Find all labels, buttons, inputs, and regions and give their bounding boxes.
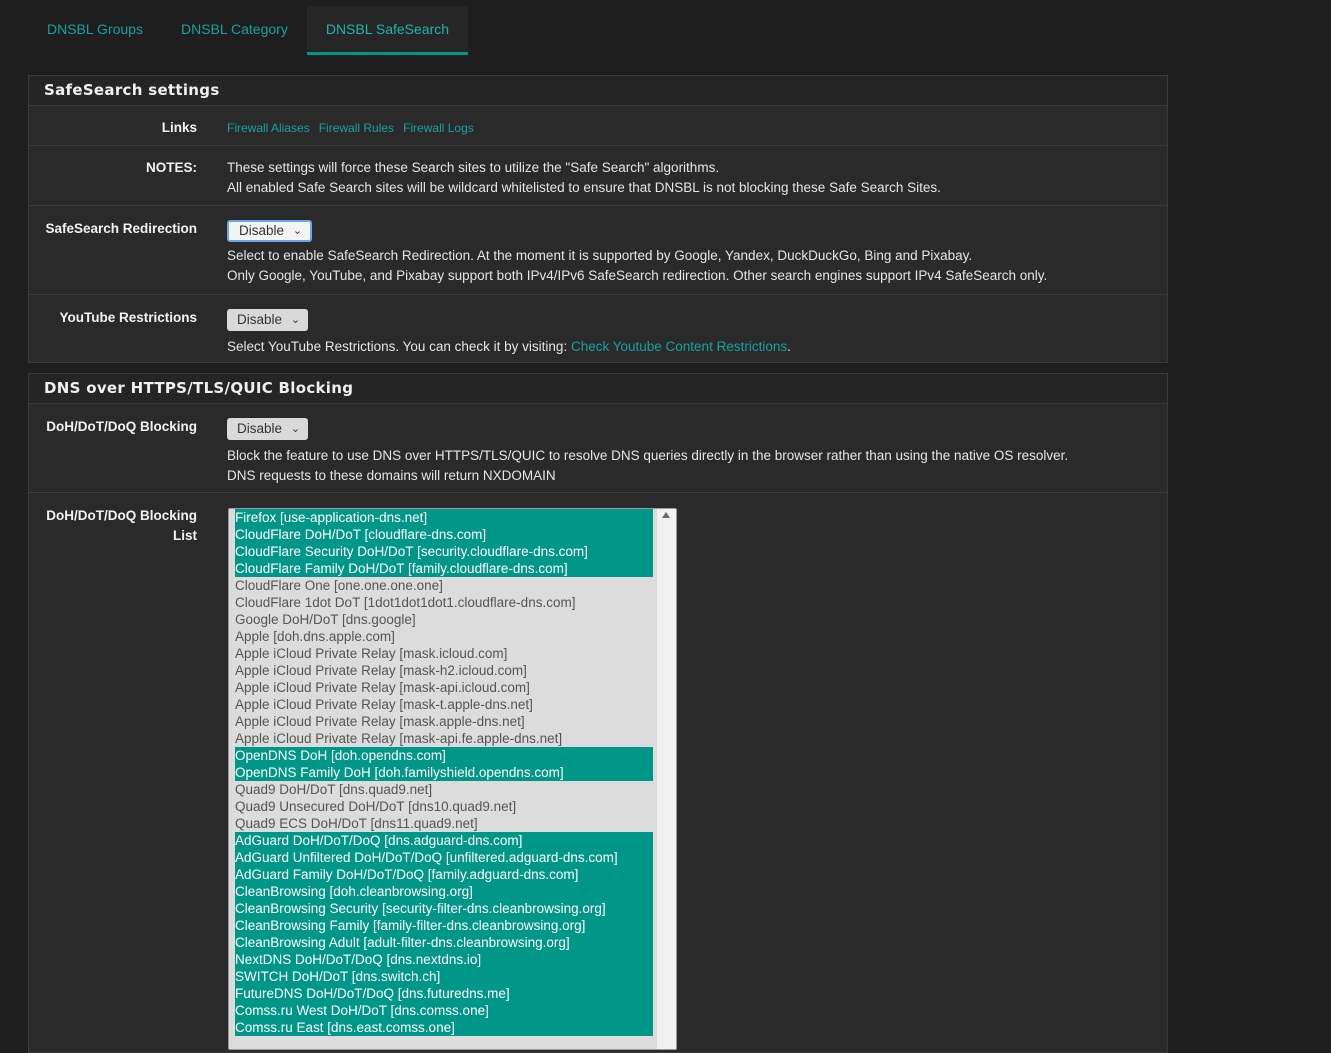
safesearch-redirection-select[interactable]: Disable ⌄ xyxy=(227,220,313,242)
listbox-scrollbar[interactable] xyxy=(657,509,676,1049)
list-option[interactable]: OpenDNS DoH [doh.opendns.com] xyxy=(235,747,653,764)
firewall-aliases-link[interactable]: Firewall Aliases xyxy=(227,121,310,135)
list-option[interactable]: Apple [doh.dns.apple.com] xyxy=(235,628,653,645)
list-option[interactable]: OpenDNS Family DoH [doh.familyshield.ope… xyxy=(235,764,653,781)
doh-blocking-help-1: Block the feature to use DNS over HTTPS/… xyxy=(227,448,1069,463)
list-option[interactable]: Quad9 ECS DoH/DoT [dns11.quad9.net] xyxy=(235,815,653,832)
list-option[interactable]: SWITCH DoH/DoT [dns.switch.ch] xyxy=(235,968,653,985)
doh-blocking-list-label-line-2: List xyxy=(172,528,197,543)
youtube-help-suffix: . xyxy=(787,339,791,354)
list-option[interactable]: Quad9 Unsecured DoH/DoT [dns10.quad9.net… xyxy=(235,798,653,815)
safesearch-redirection-help-1: Select to enable SafeSearch Redirection.… xyxy=(227,248,973,263)
chevron-down-icon: ⌄ xyxy=(290,314,301,326)
notes-row: NOTES: These settings will force these S… xyxy=(29,146,1167,206)
check-youtube-restrictions-link[interactable]: Check Youtube Content Restrictions xyxy=(571,339,787,354)
list-option[interactable]: Comss.ru West DoH/DoT [dns.comss.one] xyxy=(235,1002,653,1019)
list-option[interactable]: Apple iCloud Private Relay [mask-h2.iclo… xyxy=(235,662,653,679)
list-option[interactable]: NextDNS DoH/DoT/DoQ [dns.nextdns.io] xyxy=(235,951,653,968)
notes-line-1: These settings will force these Search s… xyxy=(227,160,720,175)
doh-blocking-value: Disable xyxy=(237,421,283,436)
notes-label: NOTES: xyxy=(145,160,197,175)
youtube-restrictions-row: YouTube Restrictions Disable ⌄ Select Yo… xyxy=(29,295,1167,364)
tab-dnsbl-groups[interactable]: DNSBL Groups xyxy=(28,6,162,55)
safesearch-redirection-label: SafeSearch Redirection xyxy=(45,221,197,236)
tab-dnsbl-safesearch[interactable]: DNSBL SafeSearch xyxy=(306,6,469,55)
links-label: Links xyxy=(161,120,197,135)
list-option[interactable]: Apple iCloud Private Relay [mask-api.fe.… xyxy=(235,730,653,747)
safesearch-redirection-help-2: Only Google, YouTube, and Pixabay suppor… xyxy=(227,268,1048,283)
list-option[interactable]: Quad9 DoH/DoT [dns.quad9.net] xyxy=(235,781,653,798)
firewall-rules-link[interactable]: Firewall Rules xyxy=(319,121,394,135)
chevron-down-icon: ⌄ xyxy=(290,423,301,435)
safesearch-redirection-row: SafeSearch Redirection Disable ⌄ Select … xyxy=(29,206,1167,295)
panel-title: DNS over HTTPS/TLS/QUIC Blocking xyxy=(29,374,1167,404)
list-option[interactable]: Google DoH/DoT [dns.google] xyxy=(235,611,653,628)
doh-blocking-list-label-line-1: DoH/DoT/DoQ Blocking xyxy=(46,508,197,523)
doh-blocking-help-2: DNS requests to these domains will retur… xyxy=(227,468,556,483)
list-option[interactable]: AdGuard DoH/DoT/DoQ [dns.adguard-dns.com… xyxy=(235,832,653,849)
youtube-help-text: Select YouTube Restrictions. You can che… xyxy=(227,339,571,354)
youtube-restrictions-help: Select YouTube Restrictions. You can che… xyxy=(227,337,1157,357)
firewall-logs-link[interactable]: Firewall Logs xyxy=(403,121,474,135)
doh-blocking-select[interactable]: Disable ⌄ xyxy=(227,418,309,440)
doh-blocking-panel: DNS over HTTPS/TLS/QUIC Blocking DoH/DoT… xyxy=(28,373,1168,1053)
youtube-restrictions-label: YouTube Restrictions xyxy=(59,310,197,325)
safesearch-settings-panel: SafeSearch settings Links Firewall Alias… xyxy=(28,75,1168,363)
list-option[interactable]: Apple iCloud Private Relay [mask-api.icl… xyxy=(235,679,653,696)
youtube-restrictions-select[interactable]: Disable ⌄ xyxy=(227,309,309,331)
doh-blocking-listbox[interactable]: Firefox [use-application-dns.net] CloudFl… xyxy=(228,508,677,1050)
list-option[interactable]: FutureDNS DoH/DoT/DoQ [dns.futuredns.me] xyxy=(235,985,653,1002)
list-option[interactable]: CloudFlare One [one.one.one.one] xyxy=(235,577,653,594)
list-option[interactable]: Comss.ru East [dns.east.comss.one] xyxy=(235,1019,653,1036)
list-option[interactable]: Apple iCloud Private Relay [mask.icloud.… xyxy=(235,645,653,662)
links-row: Links Firewall Aliases Firewall Rules Fire… xyxy=(29,106,1167,146)
safesearch-redirection-value: Disable xyxy=(239,223,285,238)
tab-dnsbl-category[interactable]: DNSBL Category xyxy=(162,6,307,55)
list-option[interactable]: CleanBrowsing Security [security-filter-… xyxy=(235,900,653,917)
list-option[interactable]: AdGuard Unfiltered DoH/DoT/DoQ [unfilter… xyxy=(235,849,653,866)
list-option[interactable]: CleanBrowsing [doh.cleanbrowsing.org] xyxy=(235,883,653,900)
youtube-restrictions-value: Disable xyxy=(237,312,283,327)
list-option[interactable]: CloudFlare Security DoH/DoT [security.cl… xyxy=(235,543,653,560)
list-option[interactable]: Apple iCloud Private Relay [mask.apple-d… xyxy=(235,713,653,730)
tab-bar: DNSBL Groups DNSBL Category DNSBL SafeSe… xyxy=(28,6,469,55)
doh-blocking-options: Firefox [use-application-dns.net] CloudFl… xyxy=(235,509,653,1036)
list-option[interactable]: Apple iCloud Private Relay [mask-t.apple… xyxy=(235,696,653,713)
scroll-up-arrow-icon[interactable] xyxy=(662,512,670,518)
panel-title: SafeSearch settings xyxy=(29,76,1167,106)
doh-blocking-row: DoH/DoT/DoQ Blocking Disable ⌄ Block the… xyxy=(29,404,1167,493)
notes-line-2: All enabled Safe Search sites will be wi… xyxy=(227,180,941,195)
list-option[interactable]: CleanBrowsing Adult [adult-filter-dns.cl… xyxy=(235,934,653,951)
list-option[interactable]: AdGuard Family DoH/DoT/DoQ [family.adgua… xyxy=(235,866,653,883)
doh-blocking-list-row: DoH/DoT/DoQ Blocking List Firefox [use-a… xyxy=(29,493,1167,1053)
list-option[interactable]: CleanBrowsing Family [family-filter-dns.… xyxy=(235,917,653,934)
chevron-down-icon: ⌄ xyxy=(292,225,303,237)
list-option[interactable]: CloudFlare DoH/DoT [cloudflare-dns.com] xyxy=(235,526,653,543)
list-option[interactable]: Firefox [use-application-dns.net] xyxy=(235,509,653,526)
doh-blocking-list-label: DoH/DoT/DoQ Blocking List xyxy=(17,506,197,546)
list-option[interactable]: CloudFlare Family DoH/DoT [family.cloudf… xyxy=(235,560,653,577)
doh-blocking-label: DoH/DoT/DoQ Blocking xyxy=(46,419,197,434)
list-option[interactable]: CloudFlare 1dot DoT [1dot1dot1dot1.cloud… xyxy=(235,594,653,611)
